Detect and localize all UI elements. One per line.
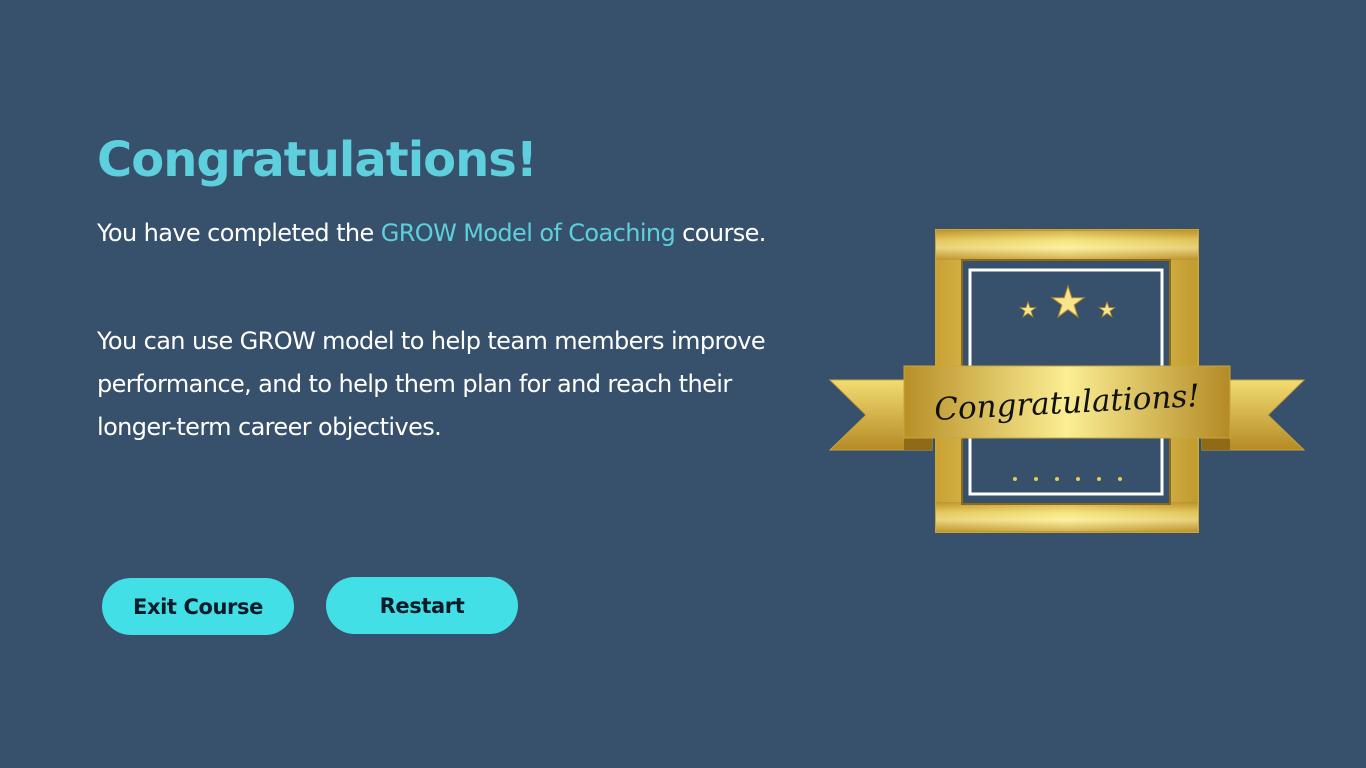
restart-button[interactable]: Restart (326, 577, 518, 634)
exit-course-button[interactable]: Exit Course (102, 578, 294, 635)
completion-panel: Congratulations! You have completed the … (97, 128, 817, 449)
completion-prefix: You have completed the (97, 219, 381, 247)
course-name: GROW Model of Coaching (380, 219, 676, 247)
course-description: You can use GROW model to help team memb… (97, 327, 766, 441)
page-title: Congratulations! (97, 132, 538, 188)
completion-suffix: course. (675, 219, 766, 247)
certificate-badge-icon: Congratulations! (828, 229, 1306, 533)
completion-message: You have completed the GROW Model of Coa… (97, 216, 817, 250)
